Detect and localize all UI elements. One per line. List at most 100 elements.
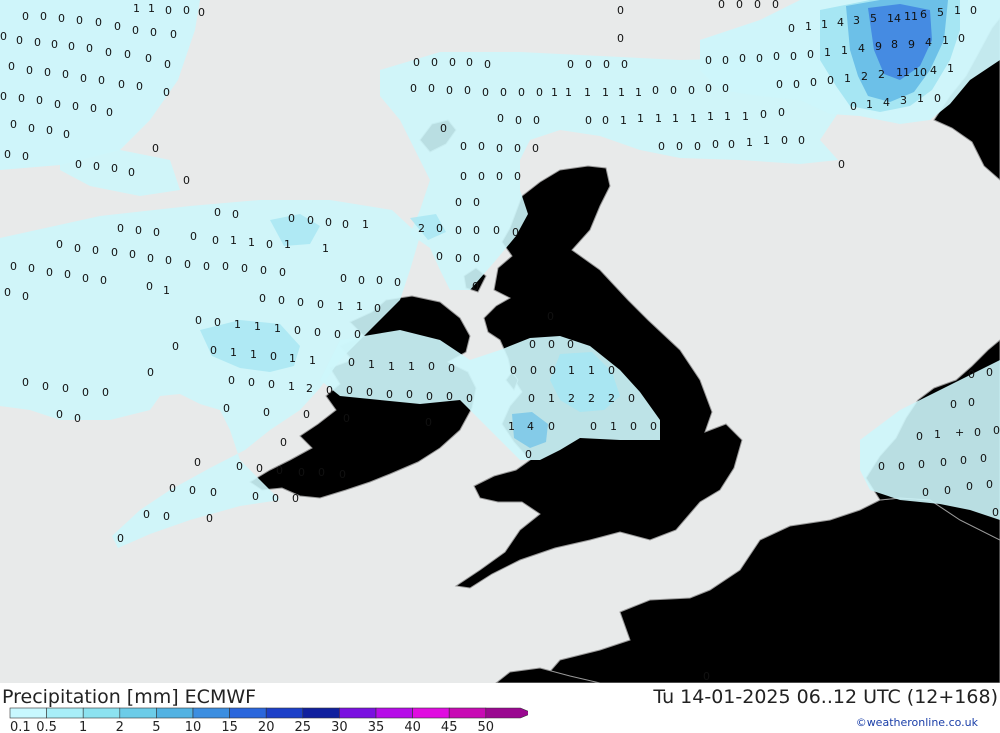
precip-value: 0 — [163, 86, 170, 99]
precip-value: 0 — [630, 420, 637, 433]
precip-value: 1 — [254, 320, 261, 333]
precip-value: 0 — [212, 234, 219, 247]
precip-value: 0 — [147, 252, 154, 265]
precip-value: 0 — [76, 14, 83, 27]
precip-value: 0 — [455, 196, 462, 209]
credit-link[interactable]: ©weatheronline.co.uk — [856, 716, 978, 729]
precip-value: 0 — [547, 310, 554, 323]
precip-value: 9 — [875, 40, 882, 53]
precip-value: 6 — [920, 8, 927, 21]
precip-value: 0 — [358, 274, 365, 287]
legend-swatch — [229, 707, 267, 719]
precip-value: 0 — [850, 100, 857, 113]
precip-value: 0 — [135, 224, 142, 237]
precip-value: 0 — [532, 142, 539, 155]
precip-value: 0 — [198, 6, 205, 19]
precip-value: 0 — [410, 82, 417, 95]
precip-value: 0 — [549, 364, 556, 377]
precip-value: 0 — [585, 58, 592, 71]
precip-value: 0 — [206, 512, 213, 525]
precip-value: 0 — [980, 452, 987, 465]
precip-value: 0 — [34, 36, 41, 49]
precip-value: 0 — [455, 224, 462, 237]
precip-value: 0 — [236, 460, 243, 473]
legend-label: 30 — [331, 720, 348, 733]
precip-value: 1 — [763, 134, 770, 147]
precip-value: 8 — [891, 38, 898, 51]
precip-value: 0 — [165, 254, 172, 267]
precip-value: 0 — [62, 68, 69, 81]
precip-value: 0 — [183, 174, 190, 187]
precip-value: 9 — [908, 38, 915, 51]
precip-value: 2 — [878, 68, 885, 81]
precip-value: 0 — [772, 0, 779, 11]
precip-value: 0 — [64, 268, 71, 281]
precip-value: 0 — [650, 420, 657, 433]
precip-value: 1 — [408, 360, 415, 373]
precip-value: 4 — [858, 42, 865, 55]
precip-value: 0 — [46, 266, 53, 279]
precip-value: 0 — [36, 94, 43, 107]
precip-value: 4 — [883, 96, 890, 109]
precip-value: 0 — [807, 48, 814, 61]
precip-value: 1 — [356, 300, 363, 313]
precip-value: 0 — [968, 396, 975, 409]
precip-value: 2 — [418, 222, 425, 235]
precip-value: 0 — [455, 252, 462, 265]
precip-value: 0 — [712, 138, 719, 151]
precip-value: 0 — [512, 226, 519, 239]
precip-value: 0 — [722, 82, 729, 95]
precip-value: 0 — [278, 294, 285, 307]
precip-value: 0 — [406, 388, 413, 401]
precip-value: 0 — [86, 42, 93, 55]
legend-label: 25 — [295, 720, 312, 733]
precip-value: 0 — [773, 50, 780, 63]
precip-value: 0 — [106, 106, 113, 119]
precip-value: 0 — [703, 670, 710, 683]
precip-value: 0 — [0, 90, 7, 103]
precip-value: 0 — [652, 84, 659, 97]
precip-value: 0 — [164, 58, 171, 71]
precip-value: 0 — [431, 56, 438, 69]
precip-value: 0 — [74, 242, 81, 255]
precip-value: 5 — [870, 12, 877, 25]
precip-value: 5 — [937, 6, 944, 19]
precip-value: 0 — [266, 238, 273, 251]
precip-value: + — [955, 426, 964, 439]
precip-value: 11 — [904, 10, 918, 23]
precip-value: 0 — [132, 24, 139, 37]
precip-value: 0 — [150, 26, 157, 39]
precip-value: 0 — [482, 86, 489, 99]
precip-value: 0 — [46, 124, 53, 137]
precip-value: 1 — [230, 234, 237, 247]
precip-value: 0 — [10, 260, 17, 273]
precip-value: 0 — [529, 338, 536, 351]
precip-value: 0 — [993, 424, 1000, 437]
precip-value: 0 — [256, 462, 263, 475]
precip-value: 0 — [22, 10, 29, 23]
precip-value: 0 — [460, 140, 467, 153]
precip-value: 0 — [440, 122, 447, 135]
precip-value: 2 — [588, 392, 595, 405]
precip-value: 0 — [722, 54, 729, 67]
precip-value: 0 — [343, 412, 350, 425]
precip-value: 2 — [306, 382, 313, 395]
precip-value: 0 — [688, 84, 695, 97]
precip-value: 0 — [232, 208, 239, 221]
precip-value: 0 — [62, 382, 69, 395]
legend-label: 40 — [404, 720, 421, 733]
precip-value: 1 — [805, 20, 812, 33]
precip-value: 0 — [268, 378, 275, 391]
precip-value: 0 — [968, 368, 975, 381]
precip-value: 0 — [739, 52, 746, 65]
precip-value: 1 — [284, 238, 291, 251]
precip-value: 0 — [183, 4, 190, 17]
legend-label: 45 — [441, 720, 458, 733]
precip-value: 1 — [368, 358, 375, 371]
precip-value: 1 — [947, 62, 954, 75]
legend-swatch — [9, 707, 47, 719]
precip-value: 0 — [22, 150, 29, 163]
precip-value: 0 — [184, 258, 191, 271]
legend-swatch — [156, 707, 194, 719]
precip-value: 1 — [672, 112, 679, 125]
